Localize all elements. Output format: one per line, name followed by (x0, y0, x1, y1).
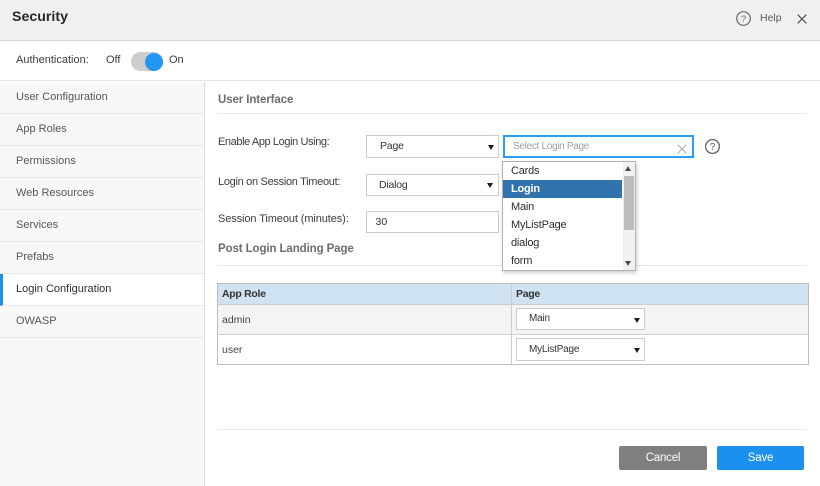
svg-text:?: ? (741, 14, 746, 25)
svg-text:?: ? (710, 142, 716, 153)
